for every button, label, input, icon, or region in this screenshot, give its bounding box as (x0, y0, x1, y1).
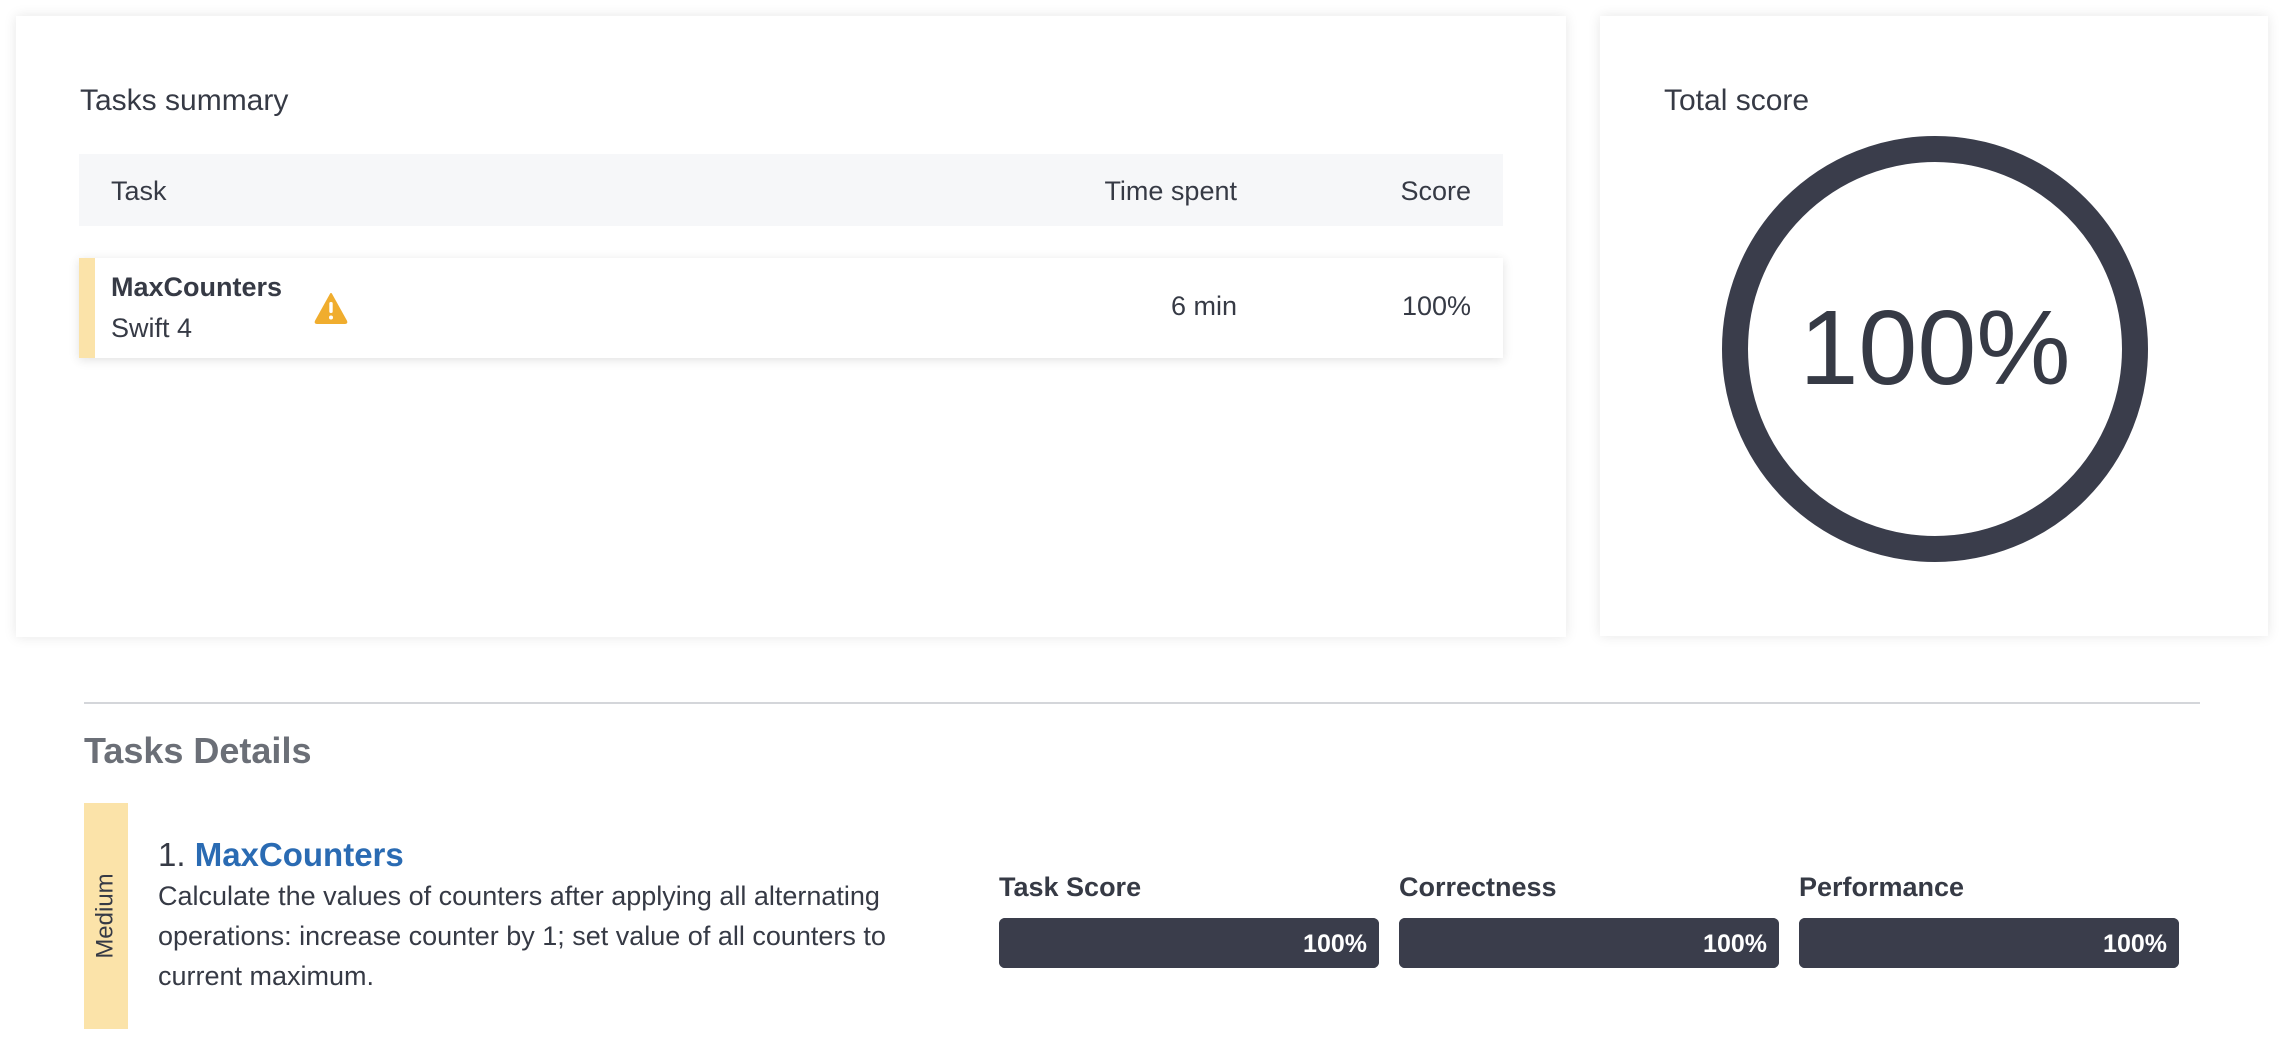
task-detail-link[interactable]: MaxCounters (195, 836, 404, 873)
total-score-ring: 100% (1722, 136, 2148, 562)
tasks-summary-title: Tasks summary (80, 84, 289, 117)
metric-value: 100% (1303, 930, 1367, 958)
metric-label: Task Score (999, 872, 1142, 902)
total-score-value: 100% (1799, 289, 2070, 407)
metric-correctness: Correctness 100% (1399, 872, 1779, 968)
metric-task-score: Task Score 100% (999, 872, 1379, 968)
column-header-task: Task (111, 176, 167, 206)
task-language: Swift 4 (111, 313, 193, 343)
task-name: MaxCounters (111, 272, 283, 302)
difficulty-accent (79, 258, 95, 358)
metric-bar: 100% (1399, 918, 1779, 968)
tasks-summary-card: Tasks summary Task Time spent Score MaxC… (16, 16, 1566, 637)
table-header: Task Time spent Score (79, 154, 1503, 226)
metric-label: Correctness (1399, 872, 1557, 902)
metric-performance: Performance 100% (1799, 872, 2179, 968)
task-description: Calculate the values of counters after a… (158, 881, 886, 991)
table-row[interactable]: MaxCounters Swift 4 6 min 100% (79, 258, 1503, 358)
difficulty-label: Medium (92, 873, 120, 959)
metric-label: Performance (1799, 872, 1965, 902)
column-header-time-spent: Time spent (1104, 176, 1237, 206)
tasks-details-title: Tasks Details (84, 730, 312, 771)
total-score-card: Total score 100% (1600, 16, 2268, 636)
difficulty-badge: Medium (84, 803, 128, 1029)
metric-bar: 100% (999, 918, 1379, 968)
metric-value: 100% (2103, 930, 2167, 958)
task-time-spent: 6 min (1170, 291, 1237, 321)
total-score-title: Total score (1664, 84, 1810, 117)
section-divider (84, 702, 2200, 704)
column-header-score: Score (1400, 176, 1471, 206)
metric-value: 100% (1703, 930, 1767, 958)
task-number: 1. (158, 836, 186, 873)
task-detail-heading: 1. MaxCounters (158, 836, 404, 874)
task-score: 100% (1401, 291, 1471, 321)
metric-bar: 100% (1799, 918, 2179, 968)
warning-triangle-icon (314, 293, 348, 324)
